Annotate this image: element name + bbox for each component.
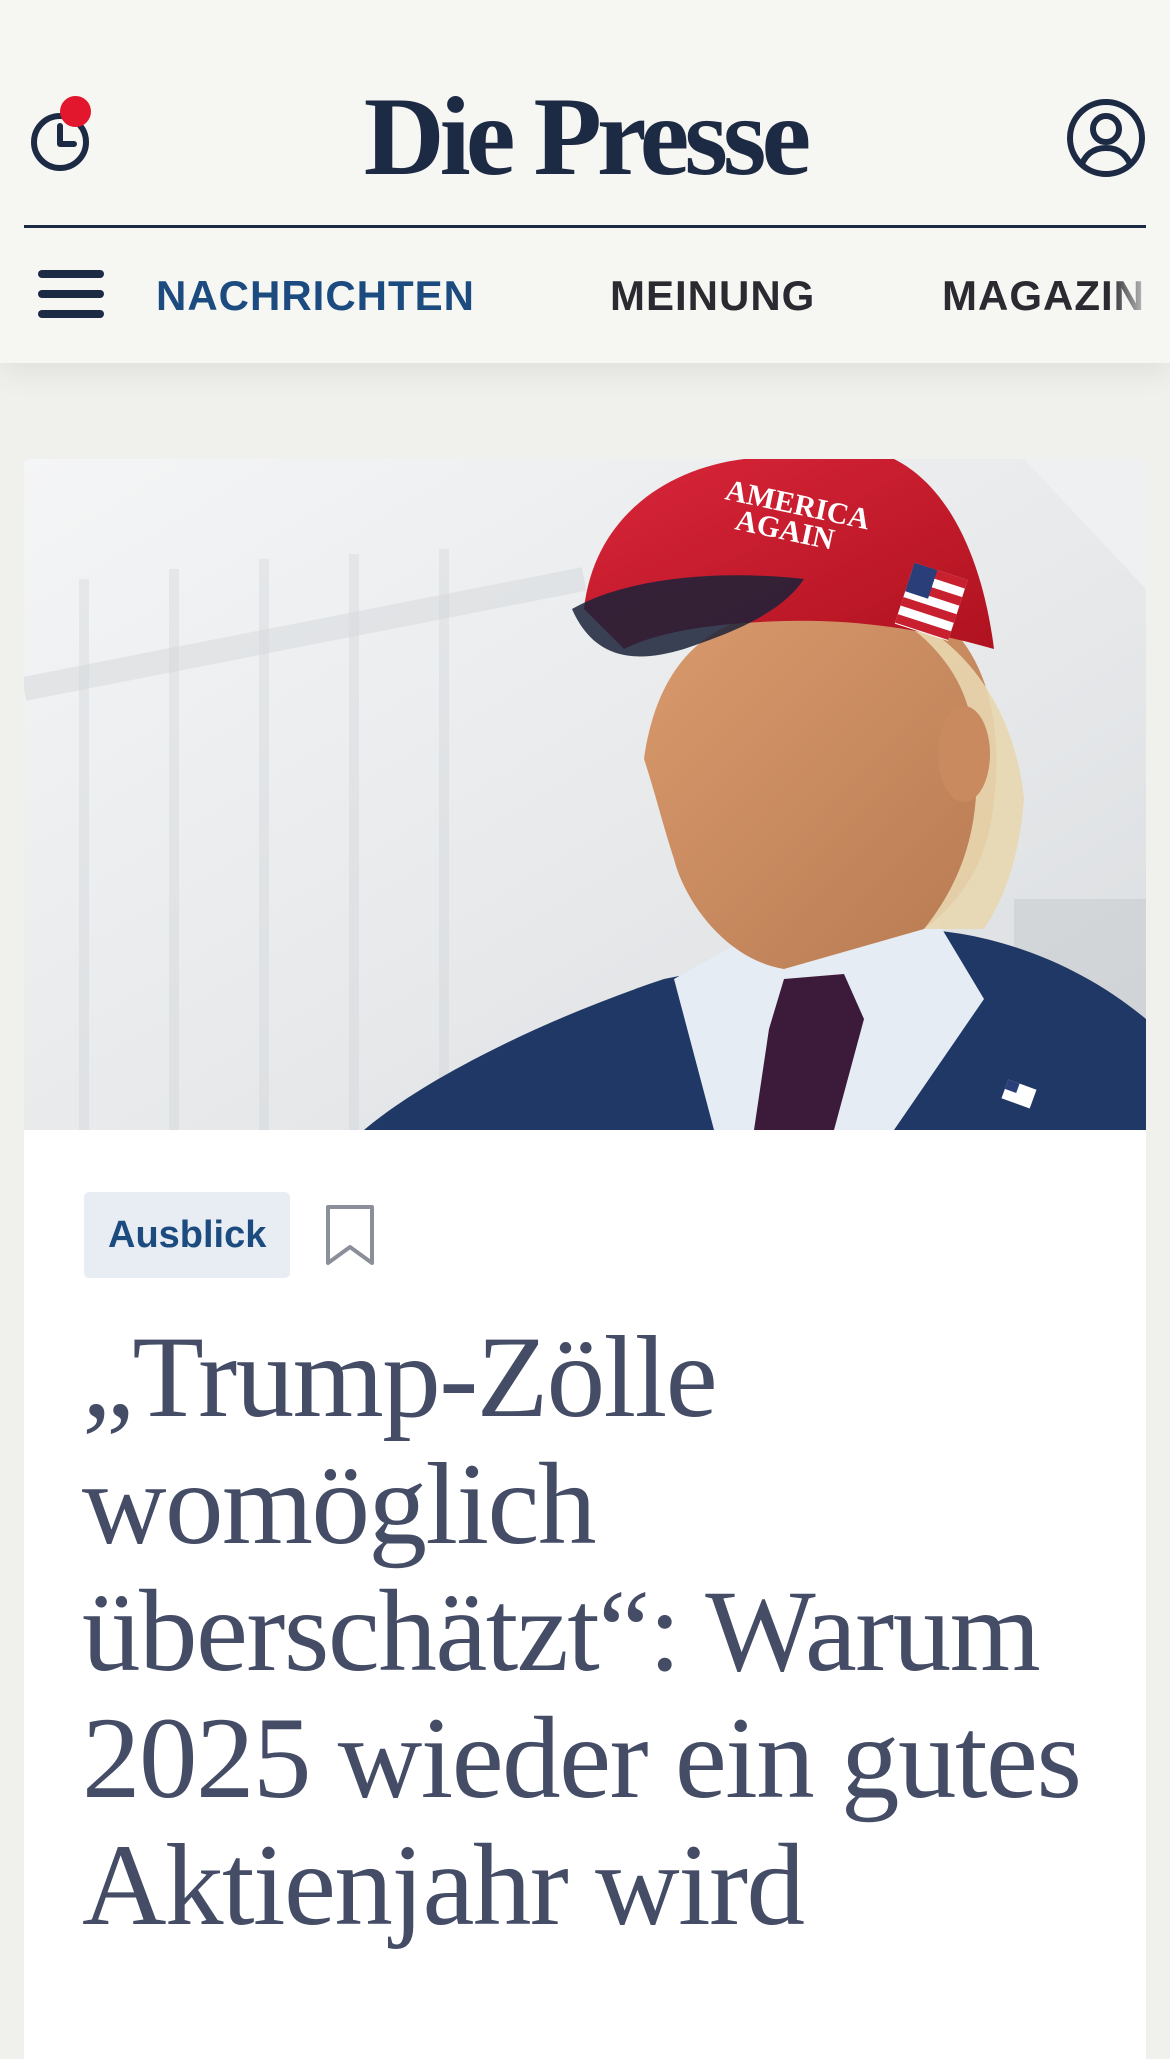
nav-scroll-fade bbox=[1110, 250, 1170, 350]
site-logo[interactable]: Die Presse bbox=[360, 72, 811, 202]
article-card[interactable]: AMERICA AGAIN Ausblick „Trump-Zölle womö… bbox=[24, 459, 1146, 2059]
category-tag[interactable]: Ausblick bbox=[84, 1192, 291, 1278]
nav-item-nachrichten[interactable]: NACHRICHTEN bbox=[156, 268, 475, 324]
user-icon bbox=[1067, 99, 1145, 177]
article-headline[interactable]: „Trump-Zölle womöglich überschätzt“: War… bbox=[82, 1314, 1082, 1949]
account-button[interactable] bbox=[1064, 96, 1148, 180]
header-divider bbox=[24, 225, 1146, 228]
hero-photo: AMERICA AGAIN bbox=[24, 459, 1146, 1130]
nav-item-meinung[interactable]: MEINUNG bbox=[610, 268, 815, 324]
article-hero-image[interactable]: AMERICA AGAIN bbox=[24, 459, 1146, 1130]
menu-button[interactable] bbox=[38, 266, 106, 324]
bookmark-icon bbox=[326, 1205, 374, 1265]
history-button[interactable] bbox=[22, 92, 102, 180]
site-header: Die Presse NACHRICHTEN MEINUNG MAGAZIN bbox=[0, 0, 1170, 363]
bookmark-button[interactable] bbox=[324, 1203, 376, 1269]
notification-dot bbox=[60, 96, 91, 127]
